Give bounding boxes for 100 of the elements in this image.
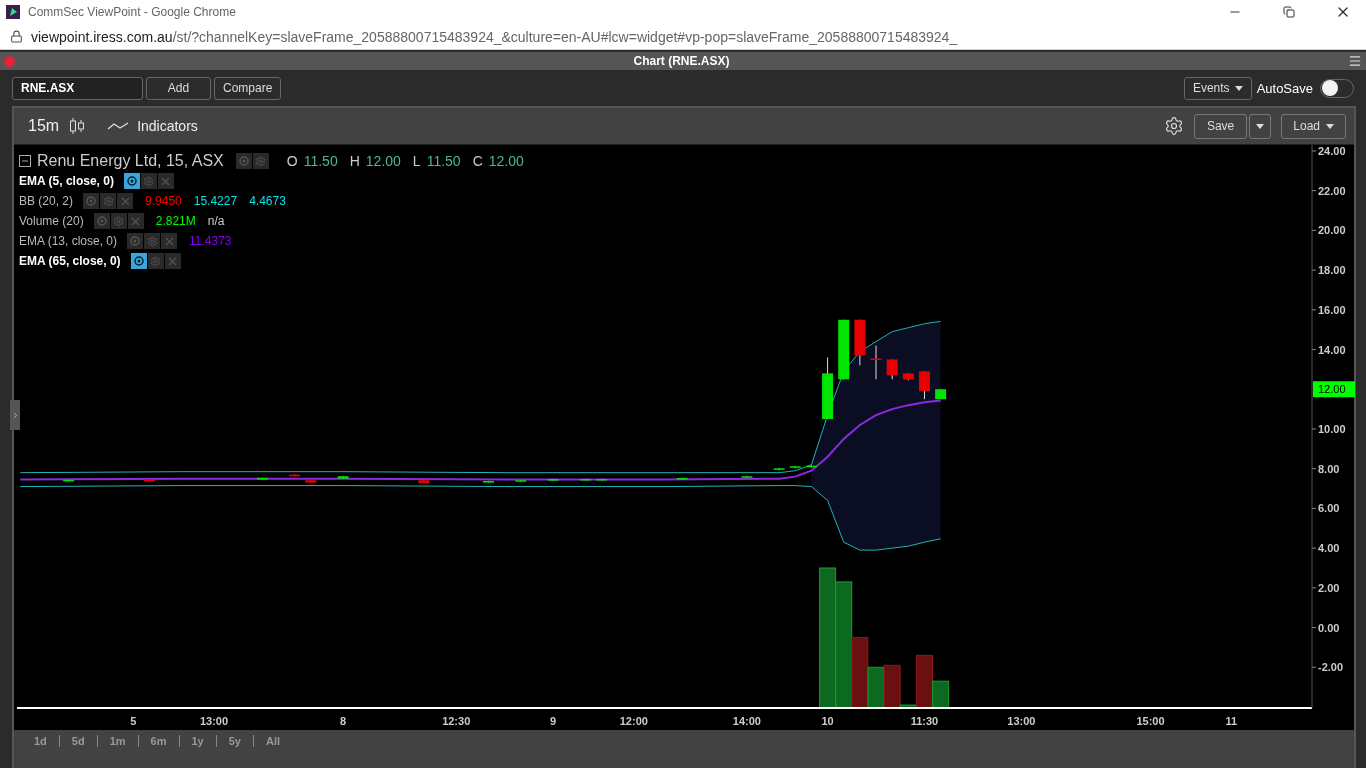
candle bbox=[822, 357, 834, 420]
restore-icon bbox=[1283, 6, 1295, 18]
axis-label: 0.00 bbox=[1318, 621, 1340, 634]
ohlc-label: C bbox=[472, 153, 483, 169]
events-button[interactable]: Events bbox=[1183, 76, 1252, 100]
caret-icon bbox=[1326, 123, 1334, 129]
axis-label: 4.00 bbox=[1318, 542, 1340, 555]
close-icon[interactable] bbox=[164, 253, 181, 269]
toolbar-button[interactable]: Compare bbox=[214, 76, 282, 100]
toolbar-button[interactable]: Add bbox=[146, 76, 211, 100]
candle bbox=[596, 478, 608, 482]
close-icon[interactable] bbox=[157, 173, 174, 189]
interval-button[interactable]: 15m bbox=[28, 117, 60, 135]
candle bbox=[918, 370, 930, 400]
candle bbox=[902, 372, 914, 381]
study-name: EMA (65, close, 0) bbox=[19, 254, 121, 268]
close-icon[interactable] bbox=[161, 233, 178, 249]
candle bbox=[741, 475, 753, 480]
caret-icon bbox=[1256, 123, 1265, 129]
ohlc-value: 12.00 bbox=[488, 153, 524, 169]
study-value: 4.4673 bbox=[249, 194, 286, 208]
study-name: EMA (13, close, 0) bbox=[19, 234, 118, 248]
study-value: 15.4227 bbox=[193, 194, 238, 208]
axis-label: 13:00 bbox=[199, 715, 229, 727]
candle bbox=[838, 319, 850, 380]
autosave-label: AutoSave bbox=[1256, 80, 1313, 96]
caret-icon bbox=[1234, 85, 1243, 91]
axis-label: 11:30 bbox=[910, 715, 939, 727]
candle bbox=[854, 319, 866, 366]
axis-label: 5 bbox=[130, 715, 137, 727]
menu-icon[interactable] bbox=[1348, 54, 1362, 68]
candle bbox=[579, 478, 591, 482]
range-button[interactable]: 1m bbox=[97, 735, 139, 747]
range-button[interactable]: 1d bbox=[22, 735, 60, 747]
axis-label: 2.00 bbox=[1318, 581, 1340, 594]
axis-label: 6.00 bbox=[1318, 502, 1340, 515]
candle bbox=[789, 465, 801, 470]
app-logo-icon bbox=[6, 5, 20, 19]
save-menu-button[interactable] bbox=[1249, 113, 1272, 139]
range-button[interactable]: All bbox=[254, 735, 293, 747]
ohlc-label: O bbox=[286, 153, 298, 169]
panel-title: Chart (RNE.ASX) bbox=[632, 54, 731, 68]
save-button[interactable]: Save bbox=[1193, 113, 1248, 139]
autosave-toggle[interactable] bbox=[1320, 78, 1354, 98]
ohlc-value: 12.00 bbox=[365, 153, 401, 169]
legend-title: Renu Energy Ltd, 15, ASX bbox=[37, 152, 224, 170]
axis-label: 14.00 bbox=[1318, 343, 1346, 356]
study-value: 11.4373 bbox=[189, 234, 232, 248]
candle bbox=[63, 479, 75, 483]
candle bbox=[418, 479, 430, 485]
axis-label: 24.00 bbox=[1318, 145, 1346, 157]
symbol-field[interactable]: RNE.ASX bbox=[12, 76, 143, 100]
wave-icon bbox=[107, 121, 130, 131]
study-name: Volume (20) bbox=[19, 214, 84, 228]
range-button[interactable]: 6m bbox=[138, 735, 180, 747]
axis-label: 8.00 bbox=[1318, 462, 1340, 475]
close-dot[interactable] bbox=[4, 55, 15, 67]
candle bbox=[305, 479, 317, 484]
ohlc-value: 11.50 bbox=[426, 153, 461, 169]
candle bbox=[143, 478, 155, 483]
candle bbox=[547, 478, 559, 482]
settings-icon[interactable] bbox=[1163, 116, 1184, 136]
candlestick-icon[interactable] bbox=[69, 117, 86, 135]
axis-label: 20.00 bbox=[1318, 224, 1346, 237]
study-value: n/a bbox=[207, 214, 225, 228]
axis-label: 8 bbox=[340, 715, 347, 727]
close-icon[interactable] bbox=[127, 213, 144, 229]
eye-icon[interactable] bbox=[130, 253, 147, 269]
axis-label: -2.00 bbox=[1318, 661, 1344, 674]
candle bbox=[289, 473, 301, 478]
axis-label: 14:00 bbox=[732, 715, 761, 727]
ohlc-label: L bbox=[412, 153, 421, 169]
candle bbox=[337, 475, 349, 480]
lock-icon bbox=[10, 30, 23, 43]
indicators-button[interactable]: Indicators bbox=[107, 118, 198, 134]
axis-label: 22.00 bbox=[1318, 184, 1346, 197]
collapse-icon[interactable] bbox=[19, 155, 31, 167]
candle bbox=[886, 359, 898, 380]
candle bbox=[773, 467, 785, 472]
axis-label: 12:00 bbox=[619, 715, 648, 727]
axis-label: 13:00 bbox=[1007, 715, 1036, 727]
axis-label: 18.00 bbox=[1318, 264, 1346, 277]
axis-label: 10.00 bbox=[1318, 423, 1346, 435]
study-name: EMA (5, close, 0) bbox=[19, 174, 114, 188]
window-title: CommSec ViewPoint - Google Chrome bbox=[28, 5, 237, 19]
price-marker: 12.00 bbox=[1313, 381, 1355, 398]
candle bbox=[515, 479, 527, 483]
study-value: 2.821M bbox=[155, 214, 196, 228]
range-button[interactable]: 1y bbox=[179, 735, 217, 747]
range-button[interactable]: 5y bbox=[216, 735, 254, 747]
candle bbox=[805, 464, 817, 469]
eye-icon[interactable] bbox=[123, 173, 140, 189]
range-button[interactable]: 5d bbox=[59, 735, 98, 747]
candle bbox=[935, 388, 947, 400]
load-button[interactable]: Load bbox=[1281, 113, 1346, 139]
candle bbox=[676, 477, 688, 481]
axis-label: 16.00 bbox=[1318, 303, 1346, 316]
ohlc-label: H bbox=[349, 153, 360, 169]
axis-label: 12:30 bbox=[442, 715, 471, 727]
candle bbox=[256, 477, 268, 481]
